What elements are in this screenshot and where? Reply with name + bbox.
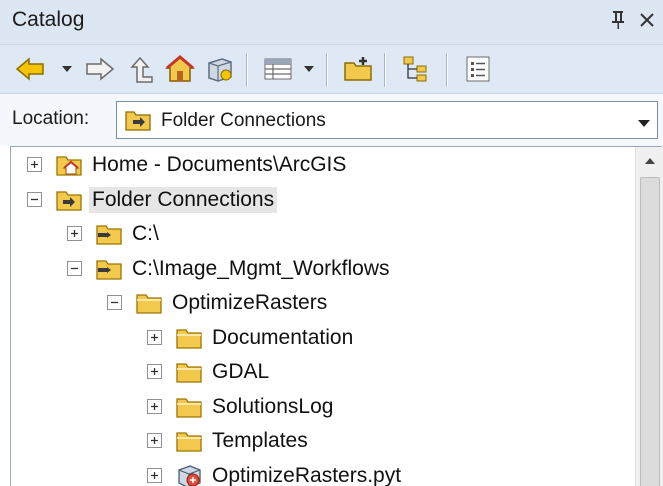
folder-icon xyxy=(175,359,203,385)
folder-icon xyxy=(135,290,163,316)
location-combobox[interactable]: Folder Connections xyxy=(116,101,658,139)
tree-item-label: Home - Documents\ArcGIS xyxy=(92,153,347,176)
expand-plus-icon[interactable] xyxy=(27,157,42,172)
tree-item-label: OptimizeRasters.pyt xyxy=(212,463,402,486)
location-bar: Location: Folder Connections xyxy=(0,94,663,146)
tree-item-label: Documentation xyxy=(212,325,354,349)
expand-plus-icon[interactable] xyxy=(147,329,162,345)
title-bar: Catalog xyxy=(0,0,663,44)
folder-icon xyxy=(175,428,203,454)
toolbar-separator xyxy=(384,53,386,87)
toggle-contents-tree-icon[interactable] xyxy=(400,53,432,85)
tree-item[interactable]: Home - Documents\ArcGIS xyxy=(11,149,631,183)
toolboxes-icon[interactable] xyxy=(204,53,236,85)
toolbar-separator xyxy=(446,53,448,87)
collapse-minus-icon[interactable] xyxy=(27,191,42,207)
collapse-minus-icon[interactable] xyxy=(107,295,122,310)
tree-item[interactable]: C:\ xyxy=(11,218,631,252)
location-label: Location: xyxy=(12,108,90,129)
tree-item-label: C:\Image_Mgmt_Workflows xyxy=(132,256,390,280)
forward-arrow-icon[interactable] xyxy=(84,53,116,85)
tree-item[interactable]: Folder Connections xyxy=(11,184,631,218)
tree-item[interactable]: Documentation xyxy=(11,322,631,356)
pin-icon[interactable] xyxy=(610,9,626,31)
vertical-scrollbar[interactable] xyxy=(635,147,663,486)
folder-icon xyxy=(175,394,203,420)
expand-plus-icon[interactable] xyxy=(147,433,162,448)
expand-plus-icon[interactable] xyxy=(147,398,162,414)
scroll-up-icon[interactable] xyxy=(636,147,663,175)
close-icon[interactable] xyxy=(637,9,657,31)
expand-plus-icon[interactable] xyxy=(147,364,162,379)
toolbar-separator xyxy=(246,53,248,87)
python-toolbox-icon xyxy=(175,463,203,486)
back-dropdown-icon[interactable] xyxy=(60,55,74,83)
catalog-window: Catalog Location: Folder Connections Hom… xyxy=(0,0,663,486)
location-value: Folder Connections xyxy=(161,110,326,131)
tree-item[interactable]: OptimizeRasters.pyt xyxy=(11,460,631,486)
tree-item-label: Folder Connections xyxy=(89,186,278,213)
expand-plus-icon[interactable] xyxy=(147,467,162,483)
folder-connections-icon xyxy=(55,187,83,213)
tree-item[interactable]: OptimizeRasters xyxy=(11,287,631,321)
collapse-minus-icon[interactable] xyxy=(67,260,82,276)
view-dropdown-icon[interactable] xyxy=(302,55,316,83)
tree-item[interactable]: C:\Image_Mgmt_Workflows xyxy=(11,253,631,287)
tree-item-label: SolutionsLog xyxy=(212,394,334,418)
scrollbar-thumb[interactable] xyxy=(640,177,660,486)
tree-item-label: OptimizeRasters xyxy=(172,291,328,314)
tree-item[interactable]: GDAL xyxy=(11,356,631,390)
home-folder-icon xyxy=(55,152,83,178)
connect-to-folder-icon[interactable] xyxy=(342,53,374,85)
folder-icon xyxy=(175,325,203,351)
folder-connection-icon xyxy=(95,221,123,247)
chevron-down-icon[interactable] xyxy=(637,116,651,127)
window-title: Catalog xyxy=(12,8,85,31)
view-details-icon[interactable] xyxy=(262,53,294,85)
folder-connection-icon xyxy=(95,256,123,282)
options-list-icon[interactable] xyxy=(462,53,494,85)
back-arrow-icon[interactable] xyxy=(14,53,46,85)
tree-item-label: Templates xyxy=(212,429,308,452)
tree-item[interactable]: SolutionsLog xyxy=(11,391,631,425)
up-one-level-icon[interactable] xyxy=(124,53,156,85)
folder-connections-icon xyxy=(124,108,152,132)
tree-item-label: GDAL xyxy=(212,360,270,383)
expand-plus-icon[interactable] xyxy=(67,226,82,241)
home-icon[interactable] xyxy=(164,53,196,85)
toolbar-separator xyxy=(326,53,328,87)
catalog-tree: Home - Documents\ArcGIS Folder Connection… xyxy=(10,146,663,486)
tree-item-label: C:\ xyxy=(132,222,159,245)
tree-item[interactable]: Templates xyxy=(11,425,631,459)
toolbar xyxy=(0,44,663,94)
